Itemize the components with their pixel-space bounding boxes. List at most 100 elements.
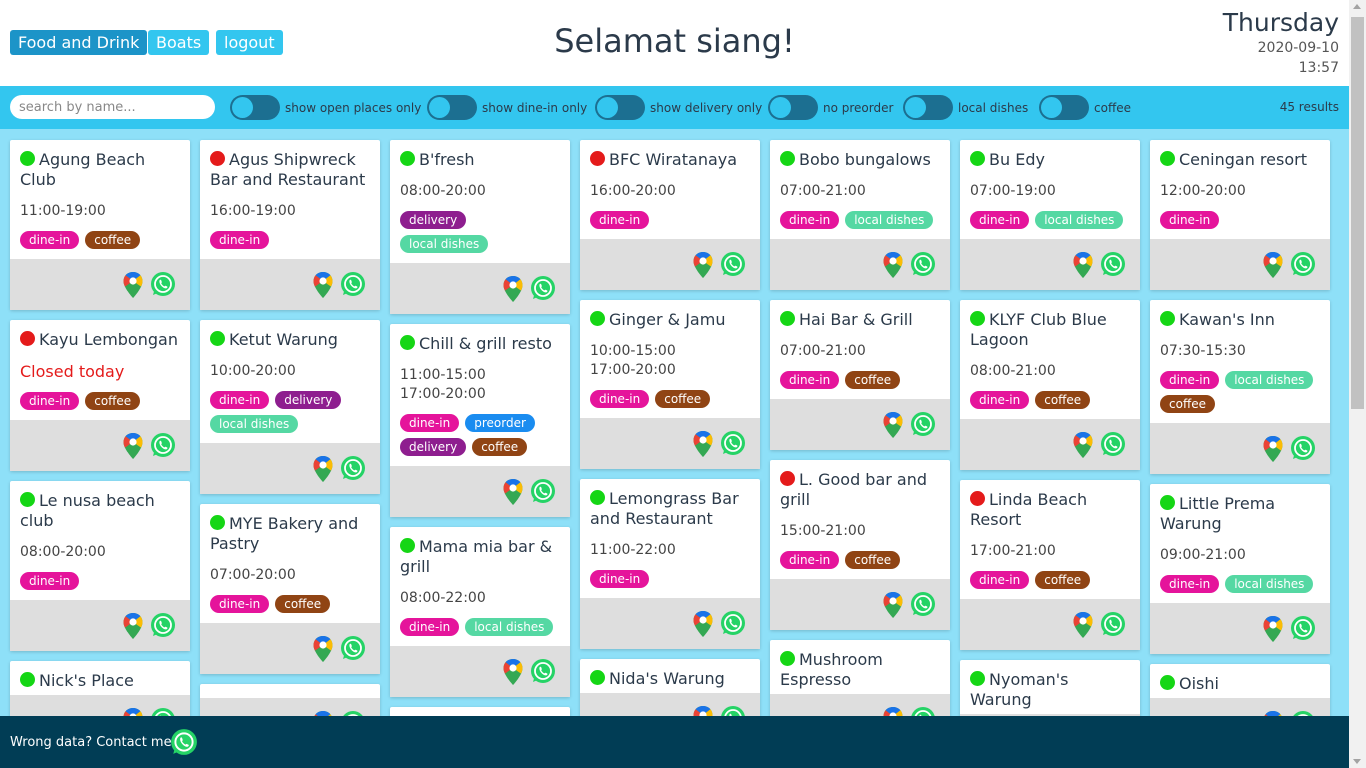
place-tags: dine-in local dishes coffee <box>1160 371 1320 419</box>
google-maps-icon[interactable] <box>502 275 524 303</box>
google-maps-icon[interactable] <box>1262 251 1284 279</box>
scroll-up-arrow-icon[interactable] <box>1353 4 1361 9</box>
google-maps-icon[interactable] <box>122 612 144 640</box>
whatsapp-icon[interactable] <box>910 591 936 617</box>
google-maps-icon[interactable] <box>122 271 144 299</box>
opening-hours: 08:00-20:00 <box>20 543 180 562</box>
toggle-knob <box>770 97 791 118</box>
search-input[interactable] <box>10 95 215 119</box>
google-maps-icon[interactable] <box>692 430 714 458</box>
whatsapp-icon[interactable] <box>150 271 176 297</box>
filter-dine-in[interactable]: show dine-in only <box>427 95 587 120</box>
filter-open-places[interactable]: show open places only <box>230 95 421 120</box>
google-maps-icon[interactable] <box>692 705 714 716</box>
toggle-switch[interactable] <box>1039 95 1089 120</box>
whatsapp-icon[interactable] <box>720 705 746 716</box>
opening-hours: 11:00-15:00 17:00-20:00 <box>400 366 560 404</box>
tag-badge: coffee <box>1160 395 1215 413</box>
filter-delivery[interactable]: show delivery only <box>595 95 762 120</box>
google-maps-icon[interactable] <box>502 478 524 506</box>
place-name: Le nusa beach club <box>20 491 155 530</box>
google-maps-icon[interactable] <box>1262 435 1284 463</box>
whatsapp-icon[interactable] <box>720 251 746 277</box>
whatsapp-icon[interactable] <box>910 706 936 716</box>
google-maps-icon[interactable] <box>1072 251 1094 279</box>
toggle-switch[interactable] <box>427 95 477 120</box>
google-maps-icon[interactable] <box>312 455 334 483</box>
whatsapp-icon[interactable] <box>1290 251 1316 277</box>
whatsapp-icon[interactable] <box>1100 251 1126 277</box>
whatsapp-icon[interactable] <box>150 432 176 458</box>
opening-hours: 10:00-15:00 17:00-20:00 <box>590 342 750 380</box>
scrollbar[interactable] <box>1349 0 1366 768</box>
whatsapp-icon[interactable] <box>530 478 556 504</box>
place-card-actions <box>770 399 950 450</box>
filter-no-preorder[interactable]: no preorder <box>768 95 893 120</box>
google-maps-icon[interactable] <box>882 411 904 439</box>
whatsapp-icon[interactable] <box>170 728 198 756</box>
whatsapp-icon[interactable] <box>1290 615 1316 641</box>
place-name: MYE Bakery and Pastry <box>210 514 359 553</box>
tag-badge: dine-in <box>20 572 80 590</box>
place-card: Kayu Lembongan Closed today dine-in coffee <box>10 320 190 471</box>
whatsapp-icon[interactable] <box>340 271 366 297</box>
place-card-actions <box>200 443 380 494</box>
google-maps-icon[interactable] <box>1072 431 1094 459</box>
google-maps-icon[interactable] <box>882 251 904 279</box>
place-card-body: B'fresh 08:00-20:00 delivery local dishes <box>390 140 570 263</box>
whatsapp-icon[interactable] <box>1100 611 1126 637</box>
whatsapp-icon[interactable] <box>910 251 936 277</box>
google-maps-icon[interactable] <box>312 271 334 299</box>
whatsapp-icon[interactable] <box>150 612 176 638</box>
tag-badge: dine-in <box>1160 371 1220 389</box>
place-title: KLYF Club Blue Lagoon <box>970 310 1130 350</box>
google-maps-icon[interactable] <box>882 591 904 619</box>
whatsapp-icon[interactable] <box>150 707 176 716</box>
whatsapp-icon[interactable] <box>720 430 746 456</box>
filter-coffee[interactable]: coffee <box>1039 95 1131 120</box>
opening-hours-range: 07:00-20:00 <box>210 567 296 583</box>
toggle-switch[interactable] <box>768 95 818 120</box>
place-card-actions <box>960 239 1140 290</box>
scrollbar-thumb[interactable] <box>1351 17 1364 409</box>
toggle-switch[interactable] <box>230 95 280 120</box>
google-maps-icon[interactable] <box>1262 615 1284 643</box>
place-title: Kayu Lembongan <box>20 330 180 350</box>
whatsapp-icon[interactable] <box>340 635 366 661</box>
place-card-body: Kawan's Inn 07:30-15:30 dine-in local dishe… <box>1150 300 1330 423</box>
filter-label: show dine-in only <box>482 100 588 115</box>
place-card-body: KLYF Club Blue Lagoon 08:00-21:00 dine-in c… <box>960 300 1140 419</box>
toggle-switch[interactable] <box>595 95 645 120</box>
google-maps-icon[interactable] <box>882 706 904 716</box>
whatsapp-icon[interactable] <box>910 411 936 437</box>
google-maps-icon[interactable] <box>312 635 334 663</box>
place-card-actions <box>1150 603 1330 654</box>
place-card-actions <box>390 466 570 517</box>
whatsapp-icon[interactable] <box>530 275 556 301</box>
google-maps-icon[interactable] <box>1072 611 1094 639</box>
google-maps-icon[interactable] <box>692 610 714 638</box>
scroll-down-arrow-icon[interactable] <box>1353 759 1361 764</box>
whatsapp-icon[interactable] <box>1290 435 1316 461</box>
whatsapp-icon[interactable] <box>340 455 366 481</box>
place-card-body: Bobo bungalows 07:00-21:00 dine-in local di… <box>770 140 950 239</box>
google-maps-icon[interactable] <box>502 658 524 686</box>
place-card-body: Ceningan resort 12:00-20:00 dine-in <box>1150 140 1330 239</box>
toggle-switch[interactable] <box>903 95 953 120</box>
filter-label: show open places only <box>285 100 422 115</box>
weekday: Thursday <box>1222 8 1339 37</box>
whatsapp-icon[interactable] <box>530 658 556 684</box>
google-maps-icon[interactable] <box>692 251 714 279</box>
tag-badge: dine-in <box>590 211 650 229</box>
filter-bar: show open places only show dine-in only … <box>0 86 1349 129</box>
whatsapp-icon[interactable] <box>1100 431 1126 457</box>
google-maps-icon[interactable] <box>122 707 144 716</box>
place-card: Chill & grill resto 11:00-15:00 17:00-20:0… <box>390 324 570 517</box>
whatsapp-icon[interactable] <box>720 610 746 636</box>
google-maps-icon[interactable] <box>122 432 144 460</box>
place-title: Nyoman's Warung <box>970 670 1130 710</box>
place-card: Bobo bungalows 07:00-21:00 dine-in local di… <box>770 140 950 290</box>
opening-hours-range: 17:00-21:00 <box>970 543 1056 559</box>
open-status-dot <box>970 671 985 686</box>
filter-local-dishes[interactable]: local dishes <box>903 95 1028 120</box>
